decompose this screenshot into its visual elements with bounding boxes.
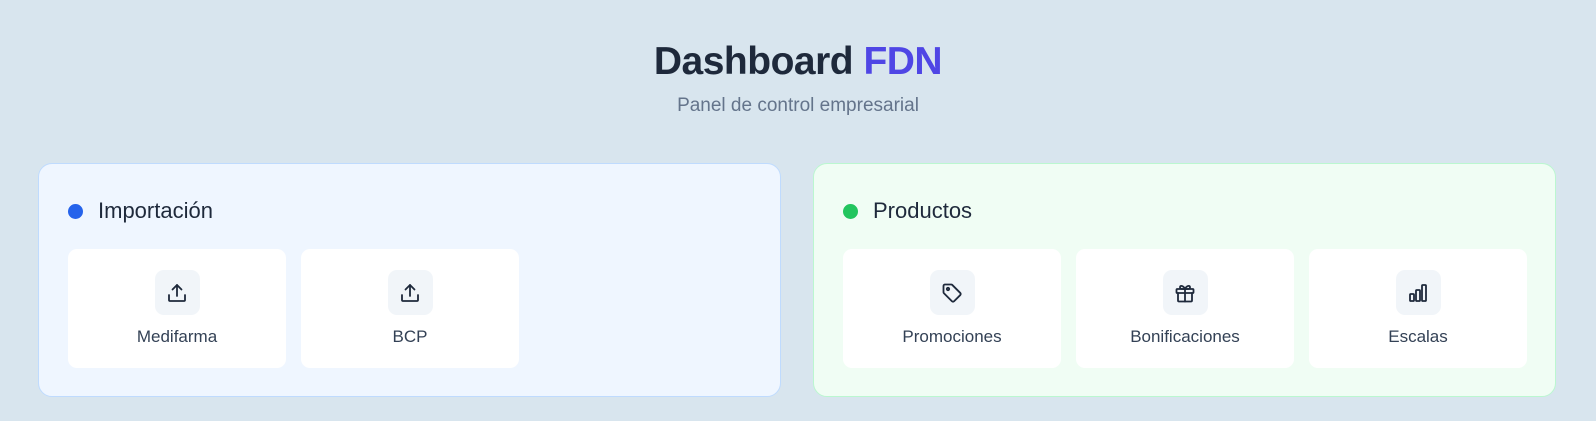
products-panel-header: Productos <box>843 196 972 226</box>
import-bcp-card[interactable]: BCP <box>301 249 519 368</box>
escalas-card[interactable]: Escalas <box>1309 249 1527 368</box>
promociones-card[interactable]: Promociones <box>843 249 1061 368</box>
gift-icon <box>1162 270 1208 315</box>
import-cards: Medifarma BCP <box>68 249 519 368</box>
upload-icon <box>154 270 200 315</box>
import-panel: Importación Medifarma BCP <box>38 163 781 397</box>
card-label: Promociones <box>902 327 1002 346</box>
products-panel: Productos Promociones Bonificaciones Esc… <box>813 163 1556 397</box>
import-panel-header: Importación <box>68 196 213 226</box>
products-panel-title: Productos <box>873 198 973 223</box>
page-header: Dashboard FDN Panel de control empresari… <box>0 36 1596 120</box>
page-title: Dashboard FDN <box>0 36 1596 88</box>
card-label: BCP <box>392 327 428 346</box>
tag-icon <box>929 270 975 315</box>
upload-icon <box>387 270 433 315</box>
products-cards: Promociones Bonificaciones Escalas <box>843 249 1527 368</box>
card-label: Medifarma <box>136 327 218 346</box>
products-status-dot <box>843 203 858 219</box>
page-title-main: Dashboard <box>653 40 854 83</box>
page-subtitle: Panel de control empresarial <box>677 95 919 116</box>
bonificaciones-card[interactable]: Bonificaciones <box>1076 249 1294 368</box>
import-panel-title: Importación <box>98 198 213 223</box>
card-label: Bonificaciones <box>1130 327 1240 346</box>
bar-chart-icon <box>1395 270 1441 315</box>
page-title-accent: FDN <box>863 40 943 83</box>
import-medifarma-card[interactable]: Medifarma <box>68 249 286 368</box>
card-label: Escalas <box>1388 327 1448 346</box>
import-status-dot <box>68 203 83 219</box>
